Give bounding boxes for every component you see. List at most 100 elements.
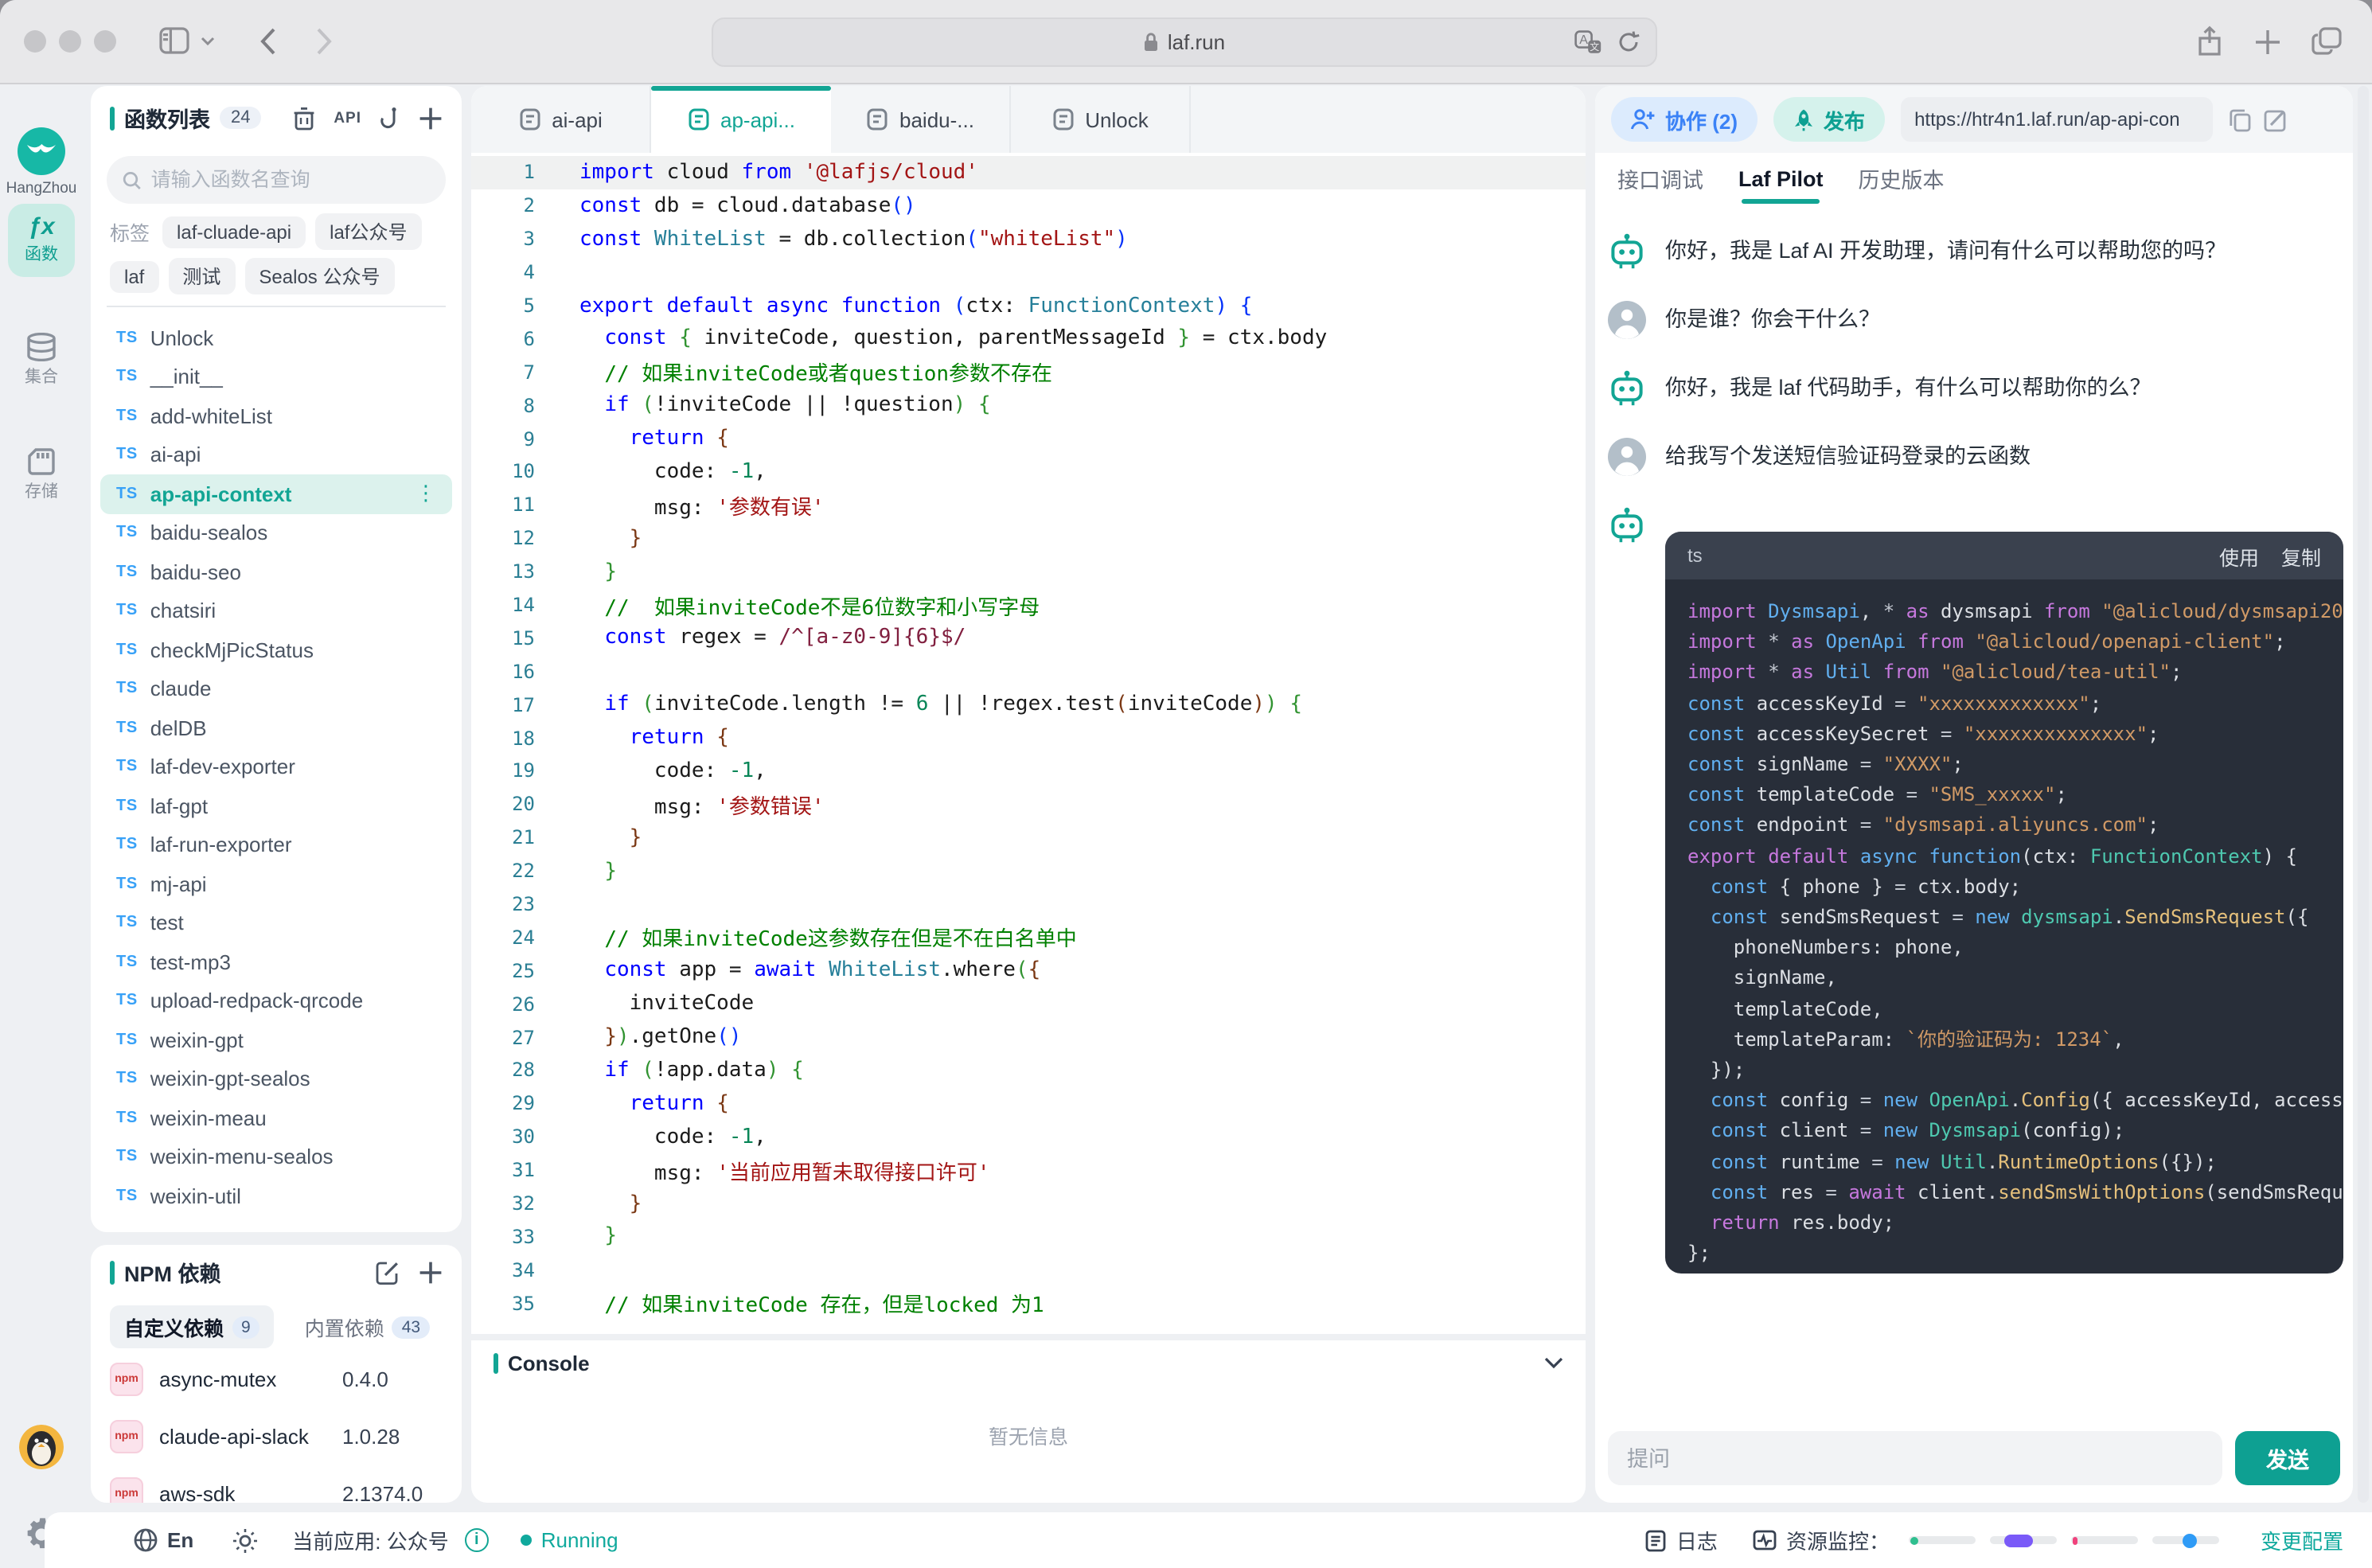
function-item-Unlock[interactable]: TS Unlock <box>100 318 452 357</box>
sidebar-item-collections[interactable]: 集合 <box>8 323 75 396</box>
code-line-18[interactable]: 18 return { <box>471 721 1586 755</box>
code-line-24[interactable]: 24 // 如果inviteCode这参数存在但是不在白名单中 <box>471 921 1586 954</box>
pilot-scrollbar[interactable] <box>2358 86 2369 1503</box>
address-bar[interactable]: laf.run A文 <box>712 18 1657 67</box>
code-line-7[interactable]: 7 // 如果inviteCode或者question参数不存在 <box>471 356 1586 389</box>
tab-overview-icon[interactable] <box>2312 27 2342 56</box>
language-switch[interactable]: En <box>134 1528 193 1552</box>
function-item-upload-redpack-qrcode[interactable]: TS upload-redpack-qrcode <box>100 981 452 1020</box>
code-line-5[interactable]: 5 export default async function (ctx: Fun… <box>471 289 1586 322</box>
new-tab-icon[interactable] <box>2254 29 2281 56</box>
reload-icon[interactable] <box>1617 30 1640 54</box>
add-function-icon[interactable] <box>419 106 443 130</box>
edit-dependencies-icon[interactable] <box>376 1260 400 1284</box>
recycle-bin-icon[interactable] <box>292 106 314 130</box>
code-line-35[interactable]: 35 // 如果inviteCode 存在，但是locked 为1 <box>471 1287 1586 1320</box>
code-line-4[interactable]: 4 <box>471 255 1586 289</box>
add-dependency-icon[interactable] <box>419 1260 443 1284</box>
edit-url-icon[interactable] <box>2263 107 2285 131</box>
code-line-28[interactable]: 28 if (!app.data) { <box>471 1054 1586 1087</box>
code-line-13[interactable]: 13 } <box>471 555 1586 588</box>
code-line-22[interactable]: 22 } <box>471 854 1586 887</box>
copy-code-button[interactable]: 复制 <box>2281 540 2321 571</box>
npm-dep-claude-api-slack[interactable]: npm claude-api-slack 1.0.28 <box>110 1407 443 1465</box>
app-info-icon[interactable]: i <box>464 1528 489 1552</box>
function-item-weixin-util[interactable]: TS weixin-util <box>100 1176 452 1215</box>
function-item-laf-dev-exporter[interactable]: TS laf-dev-exporter <box>100 747 452 786</box>
change-config-link[interactable]: 变更配置 <box>2261 1525 2343 1555</box>
code-line-16[interactable]: 16 <box>471 655 1586 688</box>
function-item-claude[interactable]: TS claude <box>100 669 452 708</box>
function-item-mj-api[interactable]: TS mj-api <box>100 864 452 903</box>
function-item-__init__[interactable]: TS __init__ <box>100 357 452 396</box>
function-item-weixin-menu-sealos[interactable]: TS weixin-menu-sealos <box>100 1137 452 1176</box>
function-search[interactable] <box>107 156 446 204</box>
function-item-checkMjPicStatus[interactable]: TS checkMjPicStatus <box>100 630 452 669</box>
tag-laf公众号[interactable]: laf公众号 <box>315 213 422 250</box>
code-line-25[interactable]: 25 const app = await WhiteList.where({ <box>471 954 1586 988</box>
function-item-weixin-gpt-sealos[interactable]: TS weixin-gpt-sealos <box>100 1059 452 1098</box>
function-item-delDB[interactable]: TS delDB <box>100 708 452 747</box>
code-line-2[interactable]: 2 const db = cloud.database() <box>471 189 1586 223</box>
function-url[interactable]: https://htr4n1.laf.run/ap-api-con <box>1900 97 2213 142</box>
code-line-20[interactable]: 20 msg: '参数错误' <box>471 788 1586 821</box>
tag-laf-cluade-api[interactable]: laf-cluade-api <box>162 216 306 248</box>
editor-tab-baidu-...[interactable]: baidu-... <box>831 86 1011 153</box>
function-item-chatsiri[interactable]: TS chatsiri <box>100 591 452 630</box>
console-collapse-icon[interactable] <box>1544 1356 1563 1369</box>
user-avatar-penguin[interactable] <box>19 1425 64 1469</box>
code-editor[interactable]: 1 import cloud from '@lafjs/cloud' 2 const … <box>471 156 1586 1320</box>
use-code-button[interactable]: 使用 <box>2219 540 2259 571</box>
code-line-33[interactable]: 33 } <box>471 1220 1586 1254</box>
code-line-23[interactable]: 23 <box>471 887 1586 921</box>
code-line-30[interactable]: 30 code: -1, <box>471 1121 1586 1154</box>
dependency-hook-icon[interactable] <box>380 106 400 130</box>
publish-button[interactable]: 发布 <box>1773 97 1885 142</box>
code-line-6[interactable]: 6 const { inviteCode, question, parentMe… <box>471 322 1586 356</box>
translate-icon[interactable]: A文 <box>1574 30 1601 54</box>
code-line-21[interactable]: 21 } <box>471 821 1586 855</box>
pilot-tab-历史版本[interactable]: 历史版本 <box>1859 153 1945 204</box>
sidebar-chevron-icon[interactable] <box>201 37 215 46</box>
api-icon[interactable]: API <box>334 109 361 127</box>
send-button[interactable]: 发送 <box>2235 1431 2340 1485</box>
function-item-weixin-meau[interactable]: TS weixin-meau <box>100 1098 452 1137</box>
editor-tab-Unlock[interactable]: Unlock <box>1011 86 1191 153</box>
window-zoom-button[interactable] <box>94 30 116 53</box>
share-icon[interactable] <box>2197 25 2222 57</box>
tag-Sealos 公众号[interactable]: Sealos 公众号 <box>244 258 395 294</box>
code-line-15[interactable]: 15 const regex = /^[a-z0-9]{6}$/ <box>471 622 1586 655</box>
code-line-1[interactable]: 1 import cloud from '@lafjs/cloud' <box>471 156 1586 189</box>
code-line-14[interactable]: 14 // 如果inviteCode不是6位数字和小写字母 <box>471 588 1586 622</box>
code-line-29[interactable]: 29 return { <box>471 1087 1586 1121</box>
window-minimize-button[interactable] <box>59 30 81 53</box>
function-item-test-mp3[interactable]: TS test-mp3 <box>100 942 452 981</box>
function-item-test[interactable]: TS test <box>100 903 452 942</box>
function-item-laf-gpt[interactable]: TS laf-gpt <box>100 786 452 825</box>
code-line-32[interactable]: 32 } <box>471 1187 1586 1220</box>
code-line-19[interactable]: 19 code: -1, <box>471 755 1586 788</box>
npm-tab-内置依赖[interactable]: 内置依赖 43 <box>291 1305 444 1348</box>
function-item-add-whiteList[interactable]: TS add-whiteList <box>100 396 452 435</box>
laf-logo[interactable] <box>18 127 65 175</box>
pilot-tab-Laf Pilot[interactable]: Laf Pilot <box>1738 153 1824 204</box>
tag-测试[interactable]: 测试 <box>168 258 236 294</box>
tag-laf[interactable]: laf <box>110 260 159 292</box>
window-close-button[interactable] <box>24 30 46 53</box>
sidebar-item-functions[interactable]: ƒx 函数 <box>8 204 75 277</box>
code-line-3[interactable]: 3 const WhiteList = db.collection("whiteL… <box>471 223 1586 256</box>
function-search-input[interactable] <box>150 169 430 191</box>
theme-toggle[interactable] <box>232 1527 257 1553</box>
back-button[interactable] <box>259 27 277 56</box>
code-line-17[interactable]: 17 if (inviteCode.length != 6 || !regex.… <box>471 688 1586 722</box>
function-item-weixin-gpt[interactable]: TS weixin-gpt <box>100 1020 452 1059</box>
function-item-ap-api-context[interactable]: TS ap-api-context ⋮ <box>100 474 452 513</box>
code-line-26[interactable]: 26 inviteCode <box>471 988 1586 1021</box>
copy-url-icon[interactable] <box>2228 107 2250 131</box>
logs-button[interactable]: 日志 <box>1644 1525 1718 1555</box>
function-item-baidu-sealos[interactable]: TS baidu-sealos <box>100 513 452 552</box>
code-line-11[interactable]: 11 msg: '参数有误' <box>471 489 1586 522</box>
code-line-34[interactable]: 34 <box>471 1254 1586 1287</box>
editor-tab-ap-api...[interactable]: ap-api... <box>651 86 831 153</box>
sidebar-toggle-icon[interactable] <box>159 27 189 54</box>
